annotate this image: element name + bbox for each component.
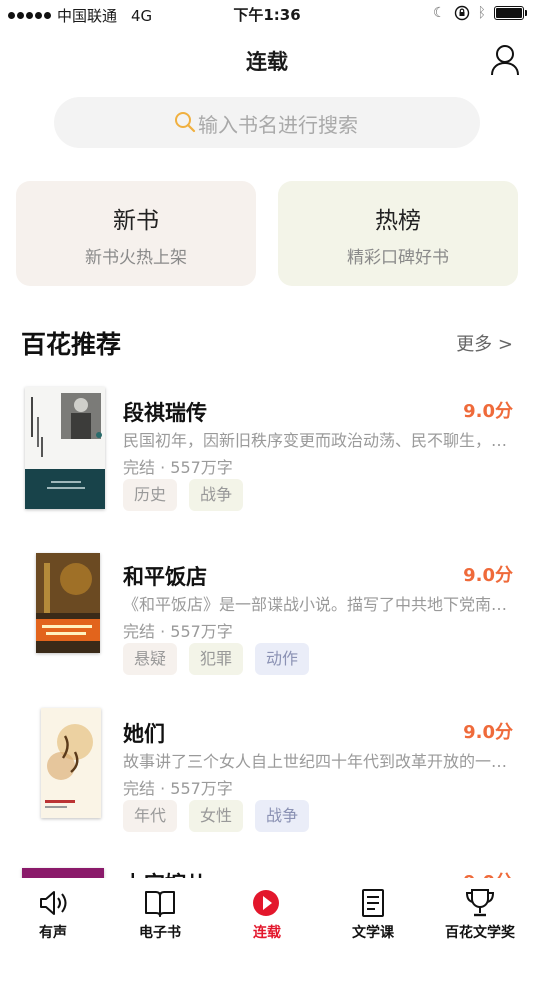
tab-label: 电子书: [139, 925, 181, 941]
bluetooth-icon: ᛒ: [477, 5, 486, 21]
book-meta: 完结 · 557万字: [123, 622, 233, 641]
cover-art: [25, 387, 105, 509]
trophy-icon: [465, 889, 495, 917]
book-cover[interactable]: [41, 708, 101, 818]
book-cover[interactable]: [25, 387, 105, 509]
book-tag[interactable]: 战争: [189, 479, 244, 511]
page-title: 连载: [246, 50, 288, 74]
card-title: 热榜: [375, 208, 421, 234]
book-tags: 悬疑 犯罪 动作: [123, 643, 310, 675]
book-title: 和平饭店: [123, 565, 207, 589]
book-cover[interactable]: [36, 553, 100, 653]
book-tag[interactable]: 悬疑: [123, 643, 178, 675]
book-tag[interactable]: 犯罪: [189, 643, 244, 675]
serial-play-icon: [253, 888, 282, 916]
more-link[interactable]: 更多 >: [456, 330, 513, 356]
book-score: 9.0分: [463, 565, 513, 586]
speaker-icon: [40, 891, 67, 915]
book-tags: 历史 战争: [123, 479, 244, 511]
book-item[interactable]: 她们 9.0分 故事讲了三个女人自上世纪四十年代到改革开放的一生… 完结 · 5…: [0, 708, 534, 848]
card-subtitle: 精彩口碑好书: [347, 248, 449, 268]
book-item[interactable]: 段祺瑞传 9.0分 民国初年，因新旧秩序变更而政治动荡、民不聊生，但… 完结 ·…: [0, 387, 534, 527]
search-bar[interactable]: 输入书名进行搜索: [54, 97, 480, 148]
book-tag[interactable]: 战争: [255, 800, 310, 832]
cover-art: [36, 553, 100, 653]
cover-art: [41, 708, 101, 818]
card-title: 新书: [113, 208, 159, 234]
book-meta: 完结 · 557万字: [123, 779, 233, 798]
tab-literature-course[interactable]: 文学课: [323, 888, 423, 942]
tab-label: 文学课: [352, 925, 394, 941]
rotation-lock-icon: [454, 5, 469, 21]
open-book-icon: [145, 891, 175, 917]
book-tag[interactable]: 女性: [189, 800, 244, 832]
tab-label: 百花文学奖: [445, 925, 515, 941]
tab-ebook[interactable]: 电子书: [110, 888, 210, 942]
search-placeholder: 输入书名进行搜索: [198, 113, 358, 137]
book-title: 段祺瑞传: [123, 401, 207, 425]
tab-serial[interactable]: 连载: [217, 888, 317, 942]
status-bar: 中国联通 4G 下午1:36 ☾ ᛒ: [0, 0, 534, 28]
status-icons: ☾ ᛒ: [433, 5, 527, 21]
book-tag[interactable]: 年代: [123, 800, 178, 832]
book-item[interactable]: 和平饭店 9.0分 《和平饭店》是一部谍战小说。描写了中共地下党南宫… 完结 ·…: [0, 551, 534, 691]
book-tags: 年代 女性 战争: [123, 800, 310, 832]
section-title: 百花推荐: [21, 330, 122, 359]
tab-audio[interactable]: 有声: [3, 888, 103, 942]
user-profile-icon[interactable]: [490, 44, 520, 76]
book-score: 9.0分: [463, 401, 513, 422]
book-tag[interactable]: 历史: [123, 479, 178, 511]
book-title: 她们: [123, 722, 165, 746]
battery-icon: [494, 6, 527, 20]
book-meta: 完结 · 557万字: [123, 458, 233, 477]
hot-list-card[interactable]: 热榜 精彩口碑好书: [278, 181, 518, 286]
book-description: 故事讲了三个女人自上世纪四十年代到改革开放的一生…: [123, 752, 513, 771]
tab-bar: 有声 电子书 连载 文学课 百花文学奖: [0, 878, 534, 950]
card-subtitle: 新书火热上架: [85, 248, 187, 268]
tab-label: 有声: [39, 925, 67, 941]
book-tag[interactable]: 动作: [255, 643, 310, 675]
moon-icon: ☾: [433, 5, 446, 21]
search-icon: [175, 112, 196, 133]
document-icon: [362, 889, 384, 917]
book-description: 民国初年，因新旧秩序变更而政治动荡、民不聊生，但…: [123, 431, 513, 450]
tab-literature-award[interactable]: 百花文学奖: [430, 888, 530, 942]
new-books-card[interactable]: 新书 新书火热上架: [16, 181, 256, 286]
book-description: 《和平饭店》是一部谍战小说。描写了中共地下党南宫…: [123, 595, 513, 614]
tab-label: 连载: [253, 925, 281, 941]
book-score: 9.0分: [463, 722, 513, 743]
